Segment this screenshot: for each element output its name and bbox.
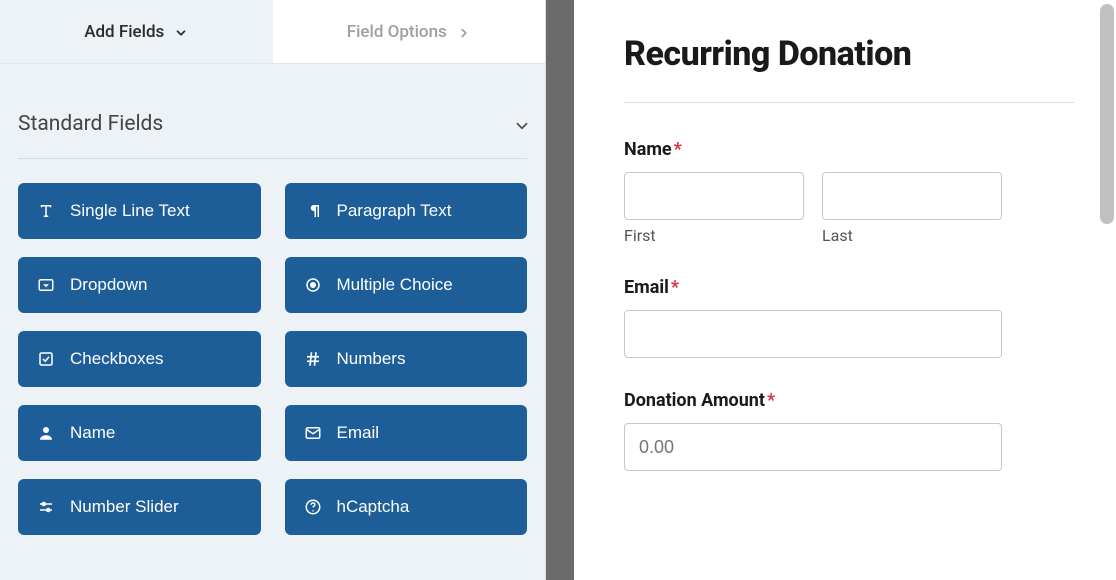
hash-icon — [303, 349, 323, 369]
email-label: Email* — [624, 277, 1066, 298]
form-group-email: Email* — [624, 277, 1066, 358]
field-hcaptcha[interactable]: hCaptcha — [285, 479, 528, 535]
form-group-amount: Donation Amount* — [624, 390, 1066, 471]
radio-icon — [303, 275, 323, 295]
field-label: Checkboxes — [70, 349, 164, 369]
paragraph-icon — [303, 201, 323, 221]
user-icon — [36, 423, 56, 443]
field-label: Numbers — [337, 349, 406, 369]
checkbox-icon — [36, 349, 56, 369]
section-title: Standard Fields — [18, 112, 163, 136]
field-numbers[interactable]: Numbers — [285, 331, 528, 387]
first-name-input[interactable] — [624, 172, 804, 220]
field-label: Dropdown — [70, 275, 148, 295]
envelope-icon — [303, 423, 323, 443]
tab-add-fields-label: Add Fields — [84, 22, 164, 42]
last-sublabel: Last — [822, 226, 1002, 245]
first-sublabel: First — [624, 226, 804, 245]
tab-field-options[interactable]: Field Options — [273, 0, 546, 63]
chevron-down-icon — [513, 117, 527, 131]
field-label: Number Slider — [70, 497, 179, 517]
field-label: Multiple Choice — [337, 275, 453, 295]
fields-grid: Single Line Text Paragraph Text Dropdown — [18, 183, 527, 535]
field-email[interactable]: Email — [285, 405, 528, 461]
field-label: Email — [337, 423, 380, 443]
text-icon — [36, 201, 56, 221]
chevron-right-icon — [457, 25, 471, 39]
left-panel: Add Fields Field Options Standard Fields — [0, 0, 546, 580]
required-mark: * — [767, 390, 775, 411]
donation-amount-input[interactable] — [624, 423, 1002, 471]
field-label: Name — [70, 423, 115, 443]
field-paragraph-text[interactable]: Paragraph Text — [285, 183, 528, 239]
question-icon — [303, 497, 323, 517]
tabs: Add Fields Field Options — [0, 0, 545, 64]
section-header-standard-fields[interactable]: Standard Fields — [18, 82, 527, 159]
tab-field-options-label: Field Options — [347, 22, 447, 42]
panel-divider — [546, 0, 574, 580]
required-mark: * — [671, 277, 679, 298]
divider — [624, 102, 1074, 103]
fields-section: Standard Fields Single Line Text Para — [0, 64, 545, 535]
slider-icon — [36, 497, 56, 517]
field-label: hCaptcha — [337, 497, 410, 517]
field-single-line-text[interactable]: Single Line Text — [18, 183, 261, 239]
form-group-name: Name* First Last — [624, 139, 1066, 245]
field-label: Single Line Text — [70, 201, 190, 221]
field-number-slider[interactable]: Number Slider — [18, 479, 261, 535]
last-name-input[interactable] — [822, 172, 1002, 220]
name-label: Name* — [624, 139, 1066, 160]
scrollbar[interactable] — [1096, 0, 1116, 580]
form-title: Recurring Donation — [624, 34, 1066, 74]
dropdown-icon — [36, 275, 56, 295]
email-input[interactable] — [624, 310, 1002, 358]
field-multiple-choice[interactable]: Multiple Choice — [285, 257, 528, 313]
form-preview: Recurring Donation Name* First Last Emai… — [574, 0, 1116, 580]
field-label: Paragraph Text — [337, 201, 452, 221]
chevron-down-icon — [174, 25, 188, 39]
field-checkboxes[interactable]: Checkboxes — [18, 331, 261, 387]
required-mark: * — [674, 139, 682, 160]
amount-label-text: Donation Amount — [624, 390, 765, 411]
name-label-text: Name — [624, 139, 672, 160]
scrollbar-thumb[interactable] — [1100, 4, 1114, 224]
amount-label: Donation Amount* — [624, 390, 1066, 411]
email-label-text: Email — [624, 277, 669, 298]
field-dropdown[interactable]: Dropdown — [18, 257, 261, 313]
field-name[interactable]: Name — [18, 405, 261, 461]
tab-add-fields[interactable]: Add Fields — [0, 0, 273, 63]
